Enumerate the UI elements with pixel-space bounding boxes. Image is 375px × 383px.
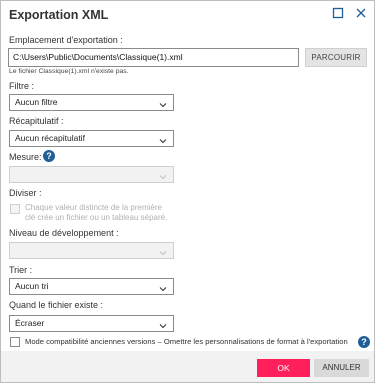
exists-select[interactable]: Écraser [9,315,174,332]
filter-value: Aucun filtre [15,97,58,107]
export-path-input[interactable]: C:\Users\Public\Documents\Classique(1).x… [8,48,299,67]
title-bar: Exportation XML [1,1,374,29]
measure-select[interactable] [9,166,174,183]
dialog-title: Exportation XML [9,8,109,22]
split-label: Diviser : [9,188,42,198]
chevron-down-icon [159,135,167,144]
sort-label: Trier : [9,265,33,275]
split-checkbox-line2: clé crée un fichier ou un tableau séparé… [25,213,168,222]
chevron-down-icon [159,283,167,292]
compat-label: Mode compatibilité anciennes versions – … [25,337,348,346]
split-checkbox[interactable] [10,204,20,214]
measure-label: Mesure: [9,152,42,162]
chevron-down-icon [159,99,167,108]
chevron-down-icon [159,247,167,256]
level-label: Niveau de développement : [9,228,119,238]
exists-label: Quand le fichier existe : [9,300,104,310]
sort-value: Aucun tri [15,281,49,291]
exists-value: Écraser [15,318,45,328]
chevron-down-icon [159,171,167,180]
level-select[interactable] [9,242,174,259]
location-label: Emplacement d'exportation : [9,35,123,45]
square-icon[interactable] [332,7,346,21]
filter-select[interactable]: Aucun filtre [9,94,174,111]
summary-label: Récapitulatif : [9,116,64,126]
browse-button[interactable]: PARCOURIR [305,48,367,67]
export-xml-dialog: Exportation XML Emplacement d'exportatio… [0,0,375,383]
cancel-button[interactable]: ANNULER [314,359,369,377]
close-icon[interactable] [355,7,369,21]
ok-button[interactable]: OK [257,359,310,377]
summary-select[interactable]: Aucun récapitulatif [9,130,174,147]
help-icon[interactable]: ? [43,150,55,162]
split-checkbox-line1: Chaque valeur distincte de la première [25,203,162,212]
help-icon[interactable]: ? [358,336,370,348]
summary-value: Aucun récapitulatif [15,133,85,143]
sort-select[interactable]: Aucun tri [9,278,174,295]
compat-checkbox[interactable] [10,337,20,347]
chevron-down-icon [159,320,167,329]
file-missing-note: Le fichier Classique(1).xml n'existe pas… [9,68,129,75]
filter-label: Filtre : [9,81,35,91]
